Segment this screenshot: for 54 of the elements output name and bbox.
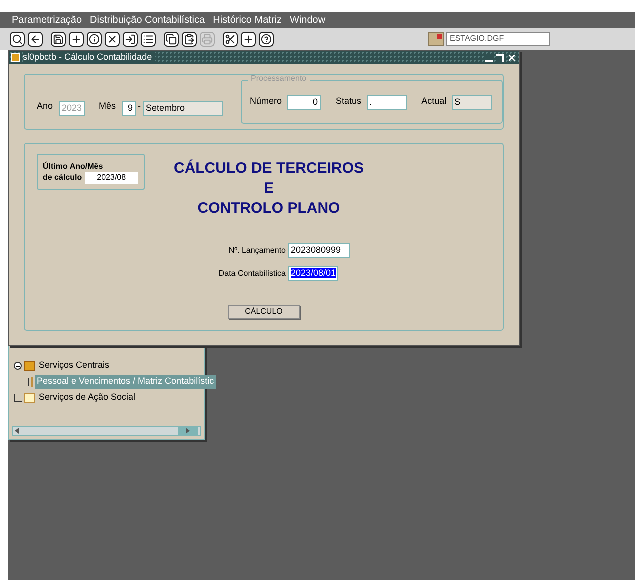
field-label: Número	[250, 95, 282, 108]
horizontal-scrollbar[interactable]	[12, 426, 201, 436]
window-title: sl0pbctb - Cálculo Contabilidade	[23, 50, 156, 64]
minimize-icon[interactable]	[485, 54, 493, 62]
help-icon[interactable]	[259, 32, 274, 46]
field-label: Actual	[422, 95, 447, 108]
list-icon[interactable]	[141, 32, 156, 46]
heading-text: E	[264, 179, 274, 199]
processing-legend: Processamento	[248, 75, 310, 83]
field-label: Nº. Lançamento	[228, 244, 286, 256]
copy-icon[interactable]	[164, 32, 179, 46]
text-field[interactable]: S	[452, 94, 492, 110]
back-icon[interactable]	[28, 32, 43, 46]
year-label: Ano	[37, 100, 54, 114]
maximize-icon[interactable]	[496, 54, 504, 62]
delete-icon[interactable]	[105, 32, 120, 46]
menu-item[interactable]: Parametrização	[12, 12, 82, 28]
month-field[interactable]: 9	[122, 101, 136, 116]
user-field: ESTAGIO.DGF	[446, 32, 550, 46]
calculate-button[interactable]: CÁLCULO	[228, 305, 300, 319]
add-icon[interactable]	[241, 32, 256, 46]
field-label: Data Contabilística	[218, 268, 286, 280]
last-period-value: 2023/08	[85, 172, 138, 184]
last-period-label: Último Ano/Mês	[43, 161, 104, 172]
save-icon[interactable]	[51, 32, 66, 46]
close-icon[interactable]	[507, 52, 517, 62]
enter-icon[interactable]	[123, 32, 138, 46]
text-field[interactable]: 0	[287, 94, 322, 110]
text-field[interactable]: 2023/08/01	[288, 266, 338, 281]
menu-item[interactable]: Distribuição Contabilística	[90, 12, 206, 28]
month-label: Mês	[99, 100, 116, 114]
last-period-label: de cálculo	[43, 172, 82, 184]
heading-text: CÁLCULO DE TERCEIROS	[174, 159, 364, 179]
scroll-right-icon[interactable]	[186, 428, 190, 434]
paste-icon[interactable]	[182, 32, 197, 46]
info-icon[interactable]	[87, 32, 102, 46]
text-field[interactable]: .	[366, 94, 407, 110]
folder-icon	[24, 361, 35, 371]
heading-text: CONTROLO PLANO	[198, 199, 340, 219]
tree-item[interactable]: Serviços de Ação Social	[37, 391, 138, 405]
add-icon[interactable]	[69, 32, 84, 46]
search-icon[interactable]	[10, 32, 25, 46]
text-field[interactable]: 2023080999	[288, 243, 350, 258]
collapse-icon[interactable]	[14, 362, 22, 370]
app-icon	[11, 53, 20, 62]
month-name-field[interactable]: Setembro	[143, 101, 224, 116]
menu-item[interactable]: Histórico Matriz	[213, 12, 282, 28]
field-label: Status	[336, 95, 362, 108]
menu-item[interactable]: Window	[290, 12, 326, 28]
scroll-left-icon[interactable]	[15, 428, 19, 434]
tree-item[interactable]: Serviços Centrais	[37, 359, 112, 373]
cut-icon[interactable]	[223, 32, 238, 46]
separator-text: -	[138, 100, 142, 114]
user-icon	[428, 32, 444, 46]
